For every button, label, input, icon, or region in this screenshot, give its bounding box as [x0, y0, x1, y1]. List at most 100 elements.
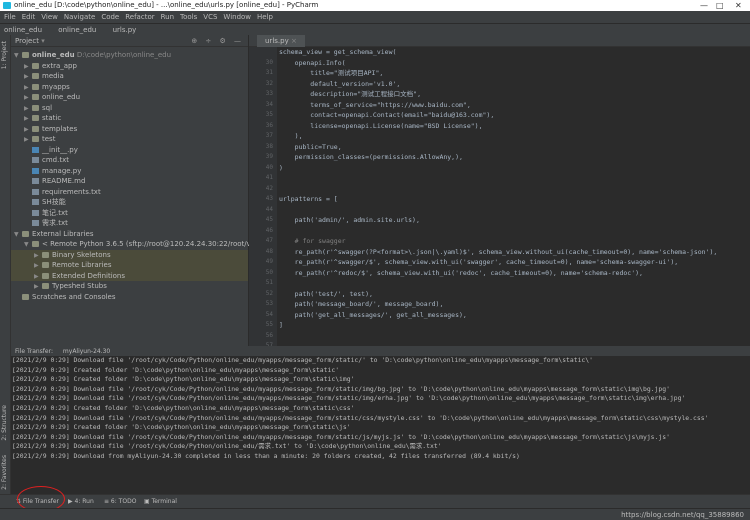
tree-item[interactable]: ▶ sql	[11, 103, 248, 114]
code-line: license=openapi.License(name="BSD Licens…	[279, 121, 483, 130]
menu-item-refactor[interactable]: Refactor	[125, 13, 154, 21]
tree-item-label: Typeshed Stubs	[52, 282, 107, 290]
folder-icon	[32, 241, 39, 247]
project-tool-tab[interactable]: 1: Project	[1, 41, 8, 69]
log-line: [2021/2/9 0:29] Download from myAliyun-2…	[12, 451, 520, 460]
folder-icon	[42, 272, 49, 279]
folder-icon	[32, 104, 39, 111]
panel-header-icons[interactable]: ⊕ ÷ ⚙ —	[191, 35, 244, 47]
run-tab[interactable]: ▶ 4: Run	[68, 495, 94, 509]
breadcrumb-project[interactable]: online_edu	[4, 26, 42, 34]
tab-close-icon[interactable]: ×	[291, 37, 297, 45]
code-line: ]	[279, 321, 283, 329]
folder-icon	[22, 293, 29, 300]
code-line: path('admin/', admin.site.urls),	[279, 216, 420, 224]
menu-item-navigate[interactable]: Navigate	[64, 13, 95, 21]
tree-item[interactable]: Scratches and Consoles	[11, 292, 248, 303]
menu-item-edit[interactable]: Edit	[22, 13, 36, 21]
tree-item[interactable]: ▶ online_edu	[11, 92, 248, 103]
tree-item-label: README.md	[42, 177, 86, 185]
file-icon	[32, 188, 39, 195]
terminal-tab[interactable]: ▣ Terminal	[144, 495, 177, 509]
tree-item[interactable]: cmd.txt	[11, 155, 248, 166]
line-number: 55	[265, 321, 273, 328]
code-line: default_version='v1.0',	[279, 79, 401, 88]
tree-item-label: SH技能	[42, 198, 66, 206]
structure-tool-tab[interactable]: 2: Structure	[1, 405, 8, 441]
folder-icon	[42, 262, 49, 268]
code-line: re_path(r'^swagger(?P<format>\.json|\.ya…	[279, 247, 718, 256]
menu-item-vcs[interactable]: VCS	[203, 13, 217, 21]
project-root[interactable]: ▼ online_edu D:\code\python\online_edu	[11, 50, 248, 61]
menu-bar: File Edit View Navigate Code Refactor Run Tools…	[0, 11, 750, 23]
log-line: [2021/2/9 0:29] Created folder 'D:\code\…	[12, 365, 340, 374]
tree-item[interactable]: requirements.txt	[11, 187, 248, 198]
tree-item[interactable]: ▶ static	[11, 113, 248, 124]
code-line: permission_classes=(permissions.AllowAny…	[279, 153, 463, 161]
line-number: 48	[265, 247, 273, 255]
line-number: 47	[265, 237, 273, 244]
minimize-button[interactable]: —	[700, 0, 708, 11]
folder-icon	[22, 52, 29, 58]
tree-item[interactable]: ▶ Typeshed Stubs	[11, 281, 248, 292]
project-view-selector[interactable]: Project	[15, 37, 39, 45]
line-number: 37	[265, 132, 273, 139]
log-line: [2021/2/9 0:29] Created folder 'D:\code\…	[12, 403, 355, 412]
code-line: public=True,	[279, 142, 342, 151]
maximize-button[interactable]: □	[716, 0, 724, 11]
tree-item[interactable]: __init__.py	[11, 145, 248, 156]
breadcrumb-package[interactable]: online_edu	[58, 26, 96, 34]
line-number: 39	[265, 153, 273, 160]
tree-item[interactable]: ▶ test	[11, 134, 248, 145]
tree-item[interactable]: ▶ media	[11, 71, 248, 82]
code-line: openapi.Info(	[279, 58, 346, 67]
tree-item-label: myapps	[42, 82, 70, 91]
folder-icon	[32, 136, 39, 142]
tree-item[interactable]: ▶ templates	[11, 124, 248, 135]
favorites-tool-tab[interactable]: 2: Favorites	[1, 455, 8, 490]
breadcrumb-file[interactable]: urls.py	[113, 26, 137, 34]
menu-item-view[interactable]: View	[41, 13, 58, 21]
menu-item-file[interactable]: File	[4, 13, 16, 21]
server-tab[interactable]: myAliyun-24.30	[63, 348, 110, 355]
title-bar: online_edu [D:\code\python\online_edu] -…	[0, 0, 750, 11]
tree-item[interactable]: SH技能	[11, 197, 248, 208]
menu-item-run[interactable]: Run	[161, 13, 174, 21]
menu-item-help[interactable]: Help	[257, 13, 273, 21]
folder-icon	[32, 62, 39, 69]
tree-item[interactable]: manage.py	[11, 166, 248, 177]
tree-item[interactable]: ▼ External Libraries	[11, 229, 248, 240]
close-button[interactable]: ✕	[735, 0, 742, 11]
code-line: title="测试项目API",	[279, 69, 384, 77]
tree-item[interactable]: ▶ Binary Skeletons	[11, 249, 248, 260]
todo-tab[interactable]: ≡ 6: TODO	[104, 495, 136, 509]
tree-item[interactable]: README.md	[11, 176, 248, 187]
menu-item-tools[interactable]: Tools	[180, 13, 197, 21]
tree-item[interactable]: ▶ myapps	[11, 82, 248, 93]
tree-item-label: manage.py	[42, 166, 82, 175]
file-icon	[32, 199, 39, 205]
tree-item[interactable]: 笔记.txt	[11, 208, 248, 219]
code-line: ),	[279, 132, 303, 140]
menu-item-code[interactable]: Code	[101, 13, 119, 21]
tree-item[interactable]: ▶ Remote Libraries	[11, 260, 248, 271]
tree-item-label: Binary Skeletons	[52, 250, 111, 259]
tree-item[interactable]: 需求.txt	[11, 218, 248, 229]
file-transfer-label: File Transfer:	[15, 348, 53, 355]
code-line: terms_of_service="https://www.baidu.com"…	[279, 100, 471, 109]
tree-item[interactable]: ▼ < Remote Python 3.6.5 (sftp://root@120.…	[11, 239, 297, 250]
line-number: 33	[265, 90, 273, 97]
file-icon	[32, 209, 39, 216]
code-area[interactable]: schema_view = get_schema_view( openapi.I…	[279, 47, 750, 341]
code-line: schema_view = get_schema_view(	[279, 48, 397, 56]
watermark-text: https://blog.csdn.net/qq_35889860	[621, 511, 744, 519]
menu-item-window[interactable]: Window	[223, 13, 251, 21]
log-line: [2021/2/9 0:29] Download file '/root/cyk…	[12, 394, 686, 403]
tree-item[interactable]: ▶ extra_app	[11, 61, 248, 72]
tree-item[interactable]: ▶ Extended Definitions	[11, 270, 248, 281]
line-number: 46	[265, 226, 273, 234]
line-number: 38	[265, 142, 273, 150]
folder-icon	[22, 230, 29, 237]
editor-tab-urls[interactable]: urls.py ×	[257, 35, 305, 47]
